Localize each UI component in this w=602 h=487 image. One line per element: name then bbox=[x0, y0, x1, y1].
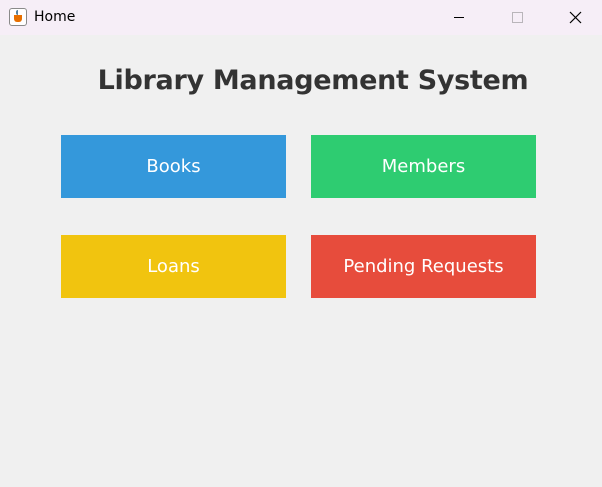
minimize-button[interactable] bbox=[436, 0, 482, 35]
members-button-label: Members bbox=[381, 156, 466, 177]
maximize-icon bbox=[512, 12, 523, 23]
close-button[interactable] bbox=[552, 0, 598, 35]
minimize-icon bbox=[454, 17, 464, 18]
loans-button-label: Loans bbox=[147, 256, 200, 277]
maximize-button[interactable] bbox=[494, 0, 540, 35]
pending-requests-button[interactable]: Pending Requests bbox=[311, 235, 536, 298]
title-bar[interactable]: Home bbox=[0, 0, 602, 35]
app-window: Home Library Management System Books Mem… bbox=[0, 0, 602, 487]
pending-requests-button-label: Pending Requests bbox=[343, 256, 504, 277]
members-button[interactable]: Members bbox=[311, 135, 536, 198]
java-app-icon[interactable] bbox=[9, 8, 27, 26]
page-title: Library Management System bbox=[97, 65, 529, 96]
books-button-label: Books bbox=[146, 156, 201, 177]
books-button[interactable]: Books bbox=[61, 135, 286, 198]
close-icon bbox=[569, 11, 582, 24]
loans-button[interactable]: Loans bbox=[61, 235, 286, 298]
window-title: Home bbox=[34, 9, 76, 25]
